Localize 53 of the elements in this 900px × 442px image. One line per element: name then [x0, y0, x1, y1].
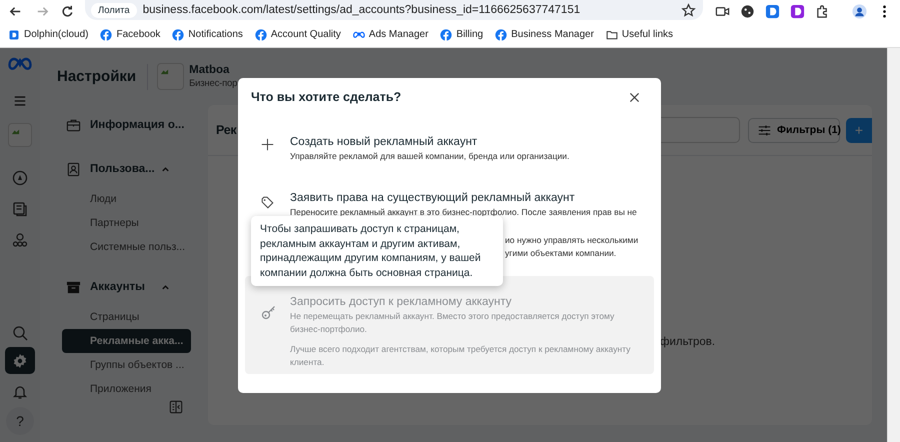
bookmark[interactable]: Useful links [606, 28, 674, 40]
option-title: Создать новый рекламный аккаунт [290, 135, 478, 150]
bookmark-label: Useful links [622, 29, 674, 40]
content-title: Рек [216, 123, 236, 137]
bookmark[interactable]: Ads Manager [352, 28, 428, 40]
help-glyph: ? [16, 413, 24, 429]
tooltip-text: Чтобы запрашивать доступ к страницам, рекламным аккаунтам и другим активам, принадлежащим другим компаниям, у вашей компании должна быть основная страница. [260, 223, 481, 278]
site-chip[interactable]: Лолита [91, 2, 137, 18]
sidebar-item[interactable]: Люди [62, 187, 191, 211]
bookmark-label: Account Quality [270, 29, 341, 40]
bookmark[interactable]: Account Quality [254, 28, 341, 40]
bookmark[interactable]: Business Manager [495, 28, 594, 40]
empty-message: фильтров. [660, 336, 716, 348]
option-description: угими объектами компании. [505, 246, 618, 259]
page-title: Настройки [57, 68, 136, 85]
section-label: Аккаунты [90, 281, 146, 293]
bookmark-label: Ads Manager [368, 29, 428, 40]
bookmark[interactable]: Dolphin(cloud) [8, 28, 88, 40]
bookmark[interactable]: Billing [440, 28, 484, 40]
sidebar-item[interactable]: Системные польз... [62, 235, 191, 259]
rail-item[interactable]: ? [6, 407, 34, 435]
option-item[interactable]: Создать новый рекламный аккаунт Управляйте рекламой для вашей компании, бренда или организации. [245, 116, 654, 182]
sidebar-item[interactable]: Партнеры [62, 211, 191, 235]
bookmark[interactable]: Notifications [172, 28, 243, 40]
option-title: Запросить доступ к рекламному аккаунту [290, 295, 513, 310]
sidebar-item[interactable]: Рекламные акка... [62, 329, 191, 353]
filter-button[interactable]: Фильтры (1) [748, 118, 840, 142]
option-description: Лучше всего подходит агентствам, которым требуется доступ к рекламному аккаунту клиента. [290, 343, 632, 368]
bookmark-label: Notifications [188, 29, 243, 40]
sidebar-item[interactable]: Приложения [62, 377, 191, 394]
section-label: Пользова... [90, 163, 155, 175]
section-label: Информация о... [90, 119, 184, 131]
modal-title: Что вы хотите сделать? [251, 90, 402, 104]
sidebar-item[interactable]: Страницы [62, 305, 191, 329]
option-description: Переносите рекламный аккаунт в это бизнес-портфолио. После заявления прав вы не [290, 206, 637, 218]
sidebar-item[interactable]: Группы объектов ... [62, 353, 191, 377]
option-description: Не перемещать рекламный аккаунт. Вместо этого предоставляется доступ этому бизнес-портфолио. [290, 310, 616, 335]
add-button[interactable]: + [846, 118, 872, 142]
sidebar-section[interactable]: Информация о... [40, 113, 190, 137]
bookmark-label: Facebook [116, 29, 160, 40]
option-title: Заявить права на существующий рекламный аккаунт [290, 191, 576, 206]
option-description: Управляйте рекламой для вашей компании, бренда или организации. [290, 150, 570, 162]
address-bar[interactable]: Лолита business.facebook.com/latest/settings/ad_accounts?business_id=1166625637747151 [85, 0, 703, 20]
url-text: business.facebook.com/latest/settings/ad_accounts?business_id=1166625637747151 [142, 4, 582, 16]
bookmark-label: Dolphin(cloud) [24, 29, 88, 40]
business-name: Matboa [189, 64, 230, 76]
bookmark-label: Billing [456, 29, 484, 40]
option-description: ио нужно управлять несколькими [505, 234, 638, 246]
bookmark[interactable]: Facebook [100, 28, 160, 40]
business-subtitle: Бизнес-пор [189, 78, 238, 89]
sidebar-section[interactable]: Аккаунты [40, 275, 190, 299]
sidebar-section[interactable]: Пользова... [40, 157, 190, 181]
bookmark-label: Business Manager [511, 29, 594, 40]
